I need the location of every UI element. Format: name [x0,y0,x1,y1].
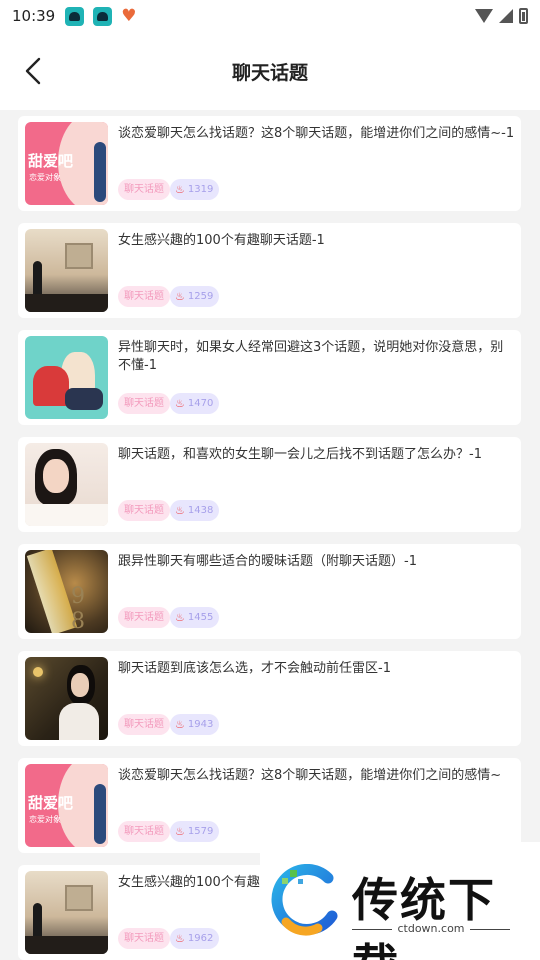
article-card[interactable]: 甜爱吧 恋爱对象 谈恋爱聊天怎么找话题？这8个聊天话题，能增进你们之间的感情~-1 聊… [18,116,521,211]
article-thumbnail [25,229,108,312]
fire-icon: ♨ [175,290,185,303]
thumb-text: 甜爱吧 [28,152,74,170]
view-count: 1470 [187,398,214,409]
view-count-badge: ♨ 1319 [170,179,220,200]
nav-bar: 聊天话题 [0,32,540,110]
view-count-badge: ♨ 1962 [170,928,220,949]
status-bar: 10:39 ♥ [0,0,540,32]
view-count-badge: ♨ 1438 [170,500,220,521]
view-count: 1438 [187,505,214,516]
category-tag: 聊天话题 [118,393,170,414]
view-count: 1319 [187,184,214,195]
thumb-text: 甜爱吧 [28,794,74,812]
view-count-badge: ♨ 1579 [170,821,220,842]
view-count: 1579 [187,826,214,837]
article-title: 聊天话题到底该怎么选，才不会触动前任雷区-1 [118,661,391,676]
fire-icon: ♨ [175,397,185,410]
article-title: 谈恋爱聊天怎么找话题？这8个聊天话题，能增进你们之间的感情~ [118,768,502,783]
category-tag: 聊天话题 [118,821,170,842]
notification-heart-icon: ♥ [121,5,137,26]
article-thumbnail [25,871,108,954]
article-title: 异性聊天时，如果女人经常回避这3个话题，说明她对你没意思，别不懂-1 [118,340,504,373]
page-title: 聊天话题 [231,62,308,84]
article-thumbnail [25,336,108,419]
article-title: 跟异性聊天有哪些适合的暧昧话题（附聊天话题）-1 [118,554,417,569]
article-card[interactable]: 女生感兴趣的100个有趣聊天话题-1 聊天话题 ♨ 1259 [18,223,521,318]
fire-icon: ♨ [175,611,185,624]
battery-icon [519,8,528,24]
notification-app-icon [93,6,113,26]
category-tag: 聊天话题 [118,500,170,521]
thumb-subtext: 恋爱对象 [29,815,61,824]
signal-icon [499,9,513,23]
fire-icon: ♨ [175,718,185,731]
view-count-badge: ♨ 1455 [170,607,220,628]
fire-icon: ♨ [175,504,185,517]
category-tag: 聊天话题 [118,286,170,307]
view-count: 1962 [187,933,214,944]
status-indicators [475,8,528,24]
watermark: 传统下载 ctdown.com [260,842,540,960]
view-count-badge: ♨ 1470 [170,393,220,414]
fire-icon: ♨ [175,825,185,838]
category-tag: 聊天话题 [118,607,170,628]
view-count: 1259 [187,291,214,302]
status-time: 10:39 [12,7,56,25]
article-card[interactable]: 甜爱吧 恋爱对象 谈恋爱聊天怎么找话题？这8个聊天话题，能增进你们之间的感情~ 聊天话… [18,758,521,853]
article-thumbnail: 甜爱吧 恋爱对象 [25,764,108,847]
article-card[interactable]: 9 8 跟异性聊天有哪些适合的暧昧话题（附聊天话题）-1 聊天话题 ♨ 1455 [18,544,521,639]
view-count: 1455 [187,612,214,623]
thumb-subtext: 恋爱对象 [29,173,61,182]
notification-app-icon [65,6,85,26]
category-tag: 聊天话题 [118,928,170,949]
article-thumbnail [25,443,108,526]
article-title: 谈恋爱聊天怎么找话题？这8个聊天话题，能增进你们之间的感情~-1 [118,126,515,141]
article-card[interactable]: 异性聊天时，如果女人经常回避这3个话题，说明她对你没意思，别不懂-1 聊天话题 ♨ 1… [18,330,521,425]
article-thumbnail [25,657,108,740]
category-tag: 聊天话题 [118,179,170,200]
category-tag: 聊天话题 [118,714,170,735]
watermark-url: ctdown.com [352,922,510,935]
watermark-title: 传统下载 [352,873,496,960]
view-count-badge: ♨ 1259 [170,286,220,307]
view-count-badge: ♨ 1943 [170,714,220,735]
article-thumbnail: 甜爱吧 恋爱对象 [25,122,108,205]
fire-icon: ♨ [175,183,185,196]
wifi-icon [475,9,493,23]
fire-icon: ♨ [175,932,185,945]
article-title: 女生感兴趣的100个有趣聊天话题-1 [118,233,325,248]
watermark-logo-icon [271,864,338,936]
article-thumbnail: 98 [25,550,108,633]
article-card[interactable]: 聊天话题到底该怎么选，才不会触动前任雷区-1 聊天话题 ♨ 1943 [18,651,521,746]
view-count: 1943 [187,719,214,730]
article-title: 聊天话题，和喜欢的女生聊一会儿之后找不到话题了怎么办？-1 [118,447,482,462]
article-card[interactable]: 聊天话题，和喜欢的女生聊一会儿之后找不到话题了怎么办？-1 聊天话题 ♨ 1438 [18,437,521,532]
